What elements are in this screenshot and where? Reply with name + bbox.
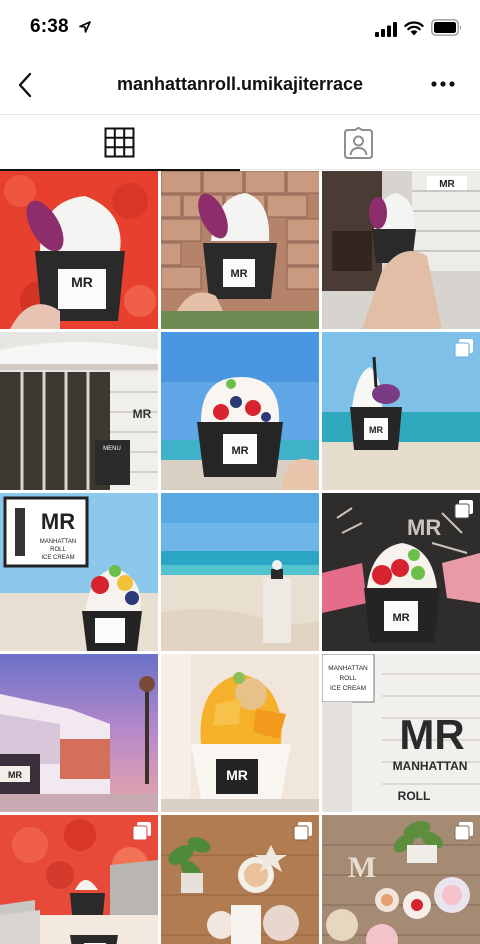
wall-manhattan-text: MANHATTAN (393, 759, 468, 773)
location-arrow-icon (79, 21, 91, 33)
menu-board-text: MENU (103, 446, 121, 452)
post-thumbnail[interactable]: MR (322, 171, 480, 329)
post-image: MR (0, 171, 158, 329)
sign-manhattan-text: MANHATTAN (40, 539, 76, 545)
post-thumbnail[interactable] (0, 815, 158, 944)
post-thumbnail[interactable]: MANHATTAN ROLL ICE CREAM MR MANHATTAN RO… (322, 654, 480, 812)
post-image: MR (322, 171, 480, 329)
profile-header: manhattanroll.umikajiterrace (0, 58, 480, 114)
post-image: MR (161, 332, 319, 490)
wifi-icon (404, 21, 424, 36)
cup-logo-text: MR (392, 612, 409, 624)
multiple-photos-icon (454, 339, 473, 358)
post-thumbnail[interactable]: MR (161, 654, 319, 812)
wall-logo-text: MR (399, 711, 464, 758)
cup-logo-text: MR (231, 445, 248, 457)
post-thumbnail[interactable]: MR (322, 332, 480, 490)
cup-logo-text: MR (226, 767, 248, 783)
wall-roll-text: ROLL (398, 789, 431, 803)
tab-grid[interactable] (0, 115, 240, 171)
wall-logo-text: MR (133, 407, 152, 421)
chalk-logo-text: MR (407, 515, 441, 540)
post-thumbnail[interactable]: M R (322, 815, 480, 944)
chevron-left-icon[interactable] (14, 70, 38, 100)
multiple-photos-icon (454, 500, 473, 519)
post-image (161, 493, 319, 651)
post-image: MR MENU (0, 332, 158, 490)
post-image: MR (161, 654, 319, 812)
post-thumbnail[interactable]: MR (0, 654, 158, 812)
post-thumbnail[interactable]: MR (0, 171, 158, 329)
status-time: 6:38 (30, 16, 69, 37)
post-thumbnail[interactable]: MR MENU (0, 332, 158, 490)
post-thumbnail[interactable] (161, 815, 319, 944)
cellular-signal-icon (375, 22, 397, 37)
post-image: MR (161, 171, 319, 329)
letter-m-decor: M (348, 851, 376, 884)
multiple-photos-icon (132, 822, 151, 841)
post-thumbnail[interactable]: MR MR (322, 493, 480, 651)
post-image: MANHATTAN ROLL ICE CREAM MR MANHATTAN RO… (322, 654, 480, 812)
sign-ice-cream-text: ICE CREAM (41, 555, 74, 561)
sign-logo-text: MR (439, 179, 455, 190)
sign-roll-text: ROLL (340, 675, 357, 682)
multiple-photos-icon (454, 822, 473, 841)
tab-tagged[interactable] (240, 115, 480, 170)
post-thumbnail[interactable] (161, 493, 319, 651)
post-thumbnail[interactable]: MR (161, 332, 319, 490)
profile-tabs (0, 114, 480, 171)
more-horizontal-icon[interactable] (430, 78, 456, 90)
sign-logo-text: MR (41, 509, 75, 534)
post-image: MR (0, 654, 158, 812)
post-thumbnail[interactable]: MR MANHATTAN ROLL ICE CREAM (0, 493, 158, 651)
battery-icon (431, 19, 462, 36)
multiple-photos-icon (293, 822, 312, 841)
status-bar: 6:38 (0, 0, 480, 58)
profile-username: manhattanroll.umikajiterrace (116, 74, 364, 94)
cup-logo-text: MR (71, 274, 93, 290)
building-logo-text: MR (8, 770, 22, 780)
post-thumbnail[interactable]: MR (161, 171, 319, 329)
post-grid: MR MR MR MR MENU MR MR MR MANHATTAN ROLL… (0, 171, 480, 944)
post-image: MR MANHATTAN ROLL ICE CREAM (0, 493, 158, 651)
grid-icon (104, 127, 135, 158)
cup-logo-text: MR (230, 268, 247, 280)
sign-roll-text: ROLL (50, 547, 66, 553)
sign-ice-cream-text: ICE CREAM (330, 685, 366, 692)
sign-manhattan-text: MANHATTAN (328, 665, 368, 672)
cup-logo-text: MR (369, 425, 383, 435)
tagged-person-icon (344, 127, 373, 159)
